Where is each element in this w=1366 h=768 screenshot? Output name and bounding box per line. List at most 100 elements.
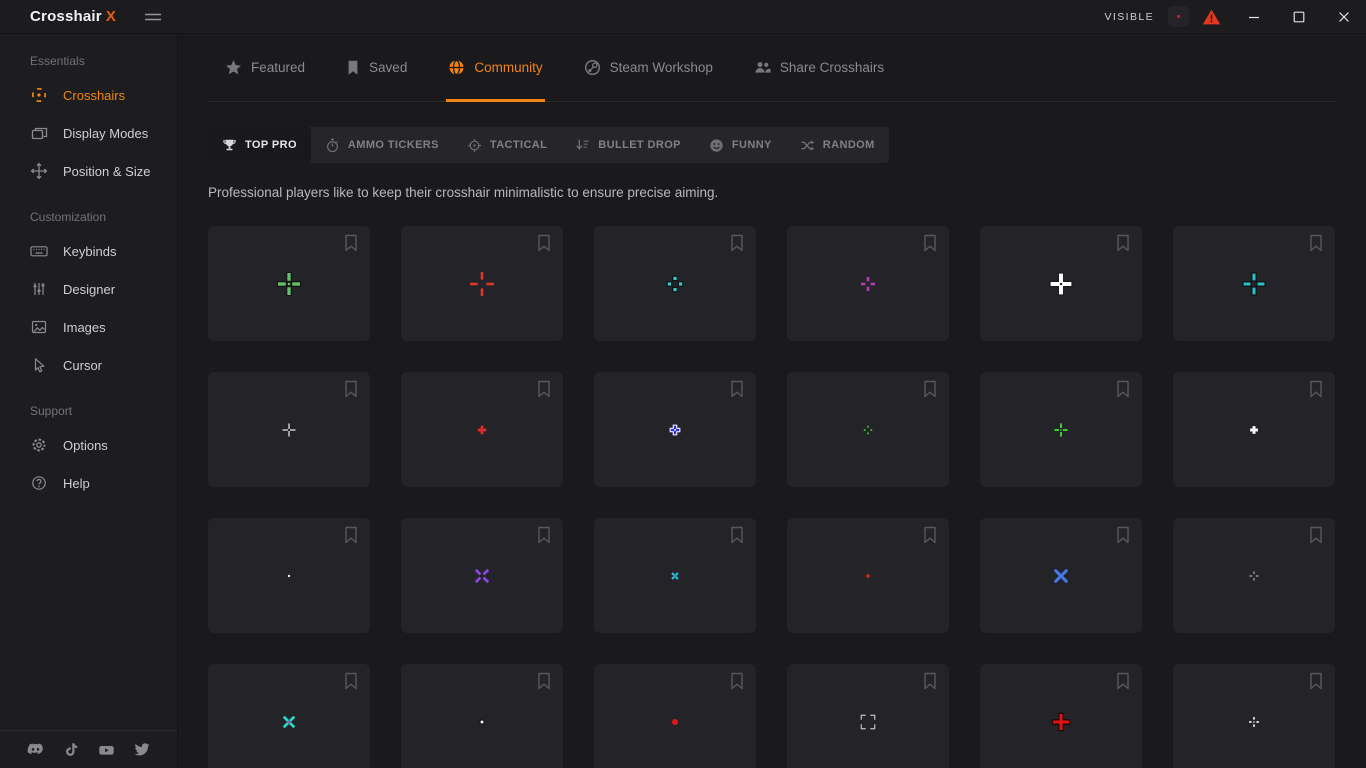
crosshair-card[interactable] xyxy=(787,226,949,341)
filter-top-pro[interactable]: TOP PRO xyxy=(208,127,311,163)
sidebar-item-help[interactable]: Help xyxy=(0,464,177,502)
filter-label: FUNNY xyxy=(732,139,772,151)
warning-icon[interactable] xyxy=(1202,8,1221,26)
bookmark-icon[interactable] xyxy=(1116,672,1130,690)
keyboard-icon xyxy=(30,242,48,260)
bookmark-icon[interactable] xyxy=(344,234,358,252)
bookmark-icon[interactable] xyxy=(1309,672,1323,690)
sidebar-item-label: Crosshairs xyxy=(63,88,125,103)
sidebar-item-label: Display Modes xyxy=(63,126,148,141)
crosshair-preview xyxy=(838,254,898,314)
crosshair-card[interactable] xyxy=(208,518,370,633)
tab-saved[interactable]: Saved xyxy=(344,34,409,101)
crosshair-preview xyxy=(452,546,512,606)
hamburger-menu-icon[interactable] xyxy=(144,10,162,24)
tab-steam-workshop[interactable]: Steam Workshop xyxy=(582,34,715,101)
filter-bullet-drop[interactable]: BULLET DROP xyxy=(561,127,695,163)
smiley-icon xyxy=(709,138,724,153)
crosshair-card[interactable] xyxy=(401,518,563,633)
bookmark-icon[interactable] xyxy=(730,526,744,544)
cursor-icon xyxy=(30,356,48,374)
crosshair-card[interactable] xyxy=(980,664,1142,768)
globe-icon xyxy=(448,59,465,76)
bookmark-icon[interactable] xyxy=(730,672,744,690)
tab-label: Share Crosshairs xyxy=(780,60,884,75)
crosshair-card[interactable] xyxy=(208,664,370,768)
sidebar-item-options[interactable]: Options xyxy=(0,426,177,464)
bookmark-icon[interactable] xyxy=(923,672,937,690)
filter-funny[interactable]: FUNNY xyxy=(695,127,786,163)
main-content: Featured Saved Community xyxy=(178,34,1366,768)
bookmark-icon[interactable] xyxy=(537,234,551,252)
discord-icon[interactable] xyxy=(27,743,44,757)
crosshair-card[interactable] xyxy=(787,372,949,487)
crosshair-card[interactable] xyxy=(980,372,1142,487)
star-icon xyxy=(225,59,242,76)
tab-featured[interactable]: Featured xyxy=(223,34,307,101)
image-icon xyxy=(30,318,48,336)
crosshair-card[interactable] xyxy=(1173,518,1335,633)
bookmark-icon[interactable] xyxy=(1309,526,1323,544)
crosshair-card[interactable] xyxy=(401,226,563,341)
bookmark-icon[interactable] xyxy=(537,672,551,690)
crosshair-card[interactable] xyxy=(1173,372,1335,487)
crosshair-card[interactable] xyxy=(594,226,756,341)
bookmark-icon[interactable] xyxy=(1309,380,1323,398)
crosshair-card[interactable] xyxy=(787,518,949,633)
tab-label: Steam Workshop xyxy=(610,60,713,75)
filter-ammo-tickers[interactable]: AMMO TICKERS xyxy=(311,127,453,163)
bookmark-icon[interactable] xyxy=(344,672,358,690)
minimize-button[interactable] xyxy=(1231,0,1276,33)
tab-share-crosshairs[interactable]: Share Crosshairs xyxy=(752,34,886,101)
bookmark-icon[interactable] xyxy=(923,526,937,544)
bookmark-icon[interactable] xyxy=(1116,380,1130,398)
crosshair-preview xyxy=(838,692,898,752)
sidebar-item-position-size[interactable]: Position & Size xyxy=(0,152,177,190)
social-bar xyxy=(0,730,177,768)
crosshair-card[interactable] xyxy=(594,372,756,487)
crosshair-card[interactable] xyxy=(594,664,756,768)
app-name-accent: X xyxy=(106,8,116,25)
bookmark-icon[interactable] xyxy=(344,380,358,398)
youtube-icon[interactable] xyxy=(98,743,115,757)
crosshair-card[interactable] xyxy=(980,518,1142,633)
bookmark-icon[interactable] xyxy=(344,526,358,544)
crosshair-card[interactable] xyxy=(401,664,563,768)
filter-random[interactable]: RANDOM xyxy=(786,127,889,163)
crosshair-card[interactable] xyxy=(594,518,756,633)
sidebar-item-images[interactable]: Images xyxy=(0,308,177,346)
bookmark-icon[interactable] xyxy=(923,234,937,252)
crosshair-preview xyxy=(452,692,512,752)
sidebar-item-cursor[interactable]: Cursor xyxy=(0,346,177,384)
crosshair-card[interactable] xyxy=(208,372,370,487)
bookmark-icon[interactable] xyxy=(1116,526,1130,544)
bookmark-icon[interactable] xyxy=(537,380,551,398)
help-icon xyxy=(30,474,48,492)
close-button[interactable] xyxy=(1321,0,1366,33)
bookmark-icon[interactable] xyxy=(1309,234,1323,252)
filter-tactical[interactable]: TACTICAL xyxy=(453,127,561,163)
sidebar-item-display-modes[interactable]: Display Modes xyxy=(0,114,177,152)
bookmark-icon[interactable] xyxy=(923,380,937,398)
crosshair-card[interactable] xyxy=(980,226,1142,341)
crosshair-card[interactable] xyxy=(208,226,370,341)
crosshair-card[interactable] xyxy=(1173,226,1335,341)
crosshair-card[interactable] xyxy=(787,664,949,768)
maximize-button[interactable] xyxy=(1276,0,1321,33)
sidebar-item-label: Images xyxy=(63,320,106,335)
crosshair-card[interactable] xyxy=(1173,664,1335,768)
bookmark-icon[interactable] xyxy=(537,526,551,544)
bookmark-icon[interactable] xyxy=(1116,234,1130,252)
sidebar-item-keybinds[interactable]: Keybinds xyxy=(0,232,177,270)
bookmark-icon[interactable] xyxy=(730,234,744,252)
tiktok-icon[interactable] xyxy=(63,742,78,758)
tab-community[interactable]: Community xyxy=(446,34,544,101)
twitter-icon[interactable] xyxy=(134,743,150,757)
crosshair-card[interactable] xyxy=(401,372,563,487)
crosshair-visibility-preview[interactable] xyxy=(1168,6,1189,27)
bookmark-icon xyxy=(346,60,360,76)
sidebar-item-designer[interactable]: Designer xyxy=(0,270,177,308)
bookmark-icon[interactable] xyxy=(730,380,744,398)
crosshair-preview xyxy=(259,400,319,460)
sidebar-item-crosshairs[interactable]: Crosshairs xyxy=(0,76,177,114)
